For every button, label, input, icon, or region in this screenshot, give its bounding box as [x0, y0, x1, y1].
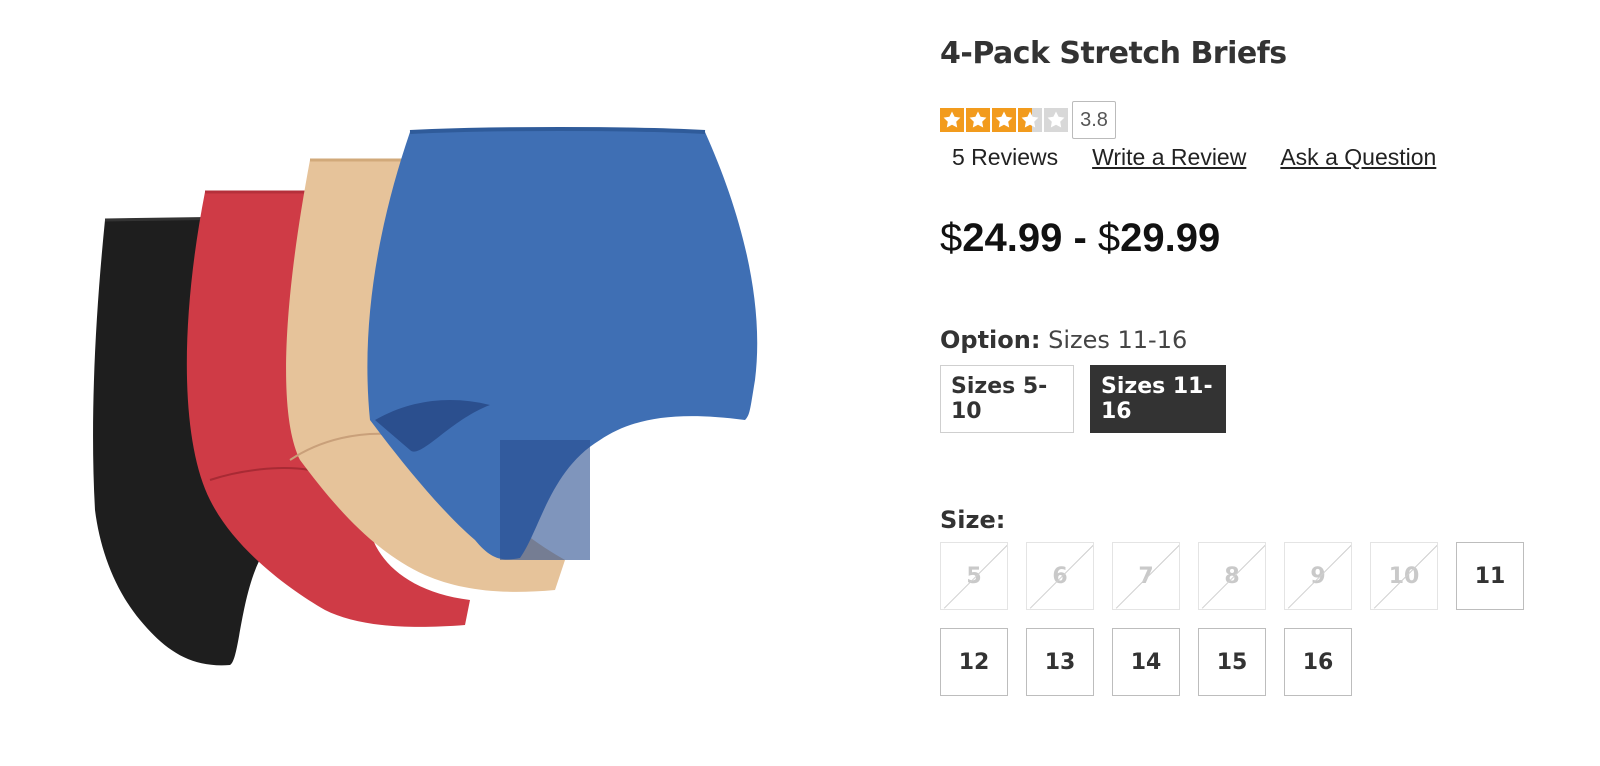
price-low: 24.99 — [962, 216, 1063, 260]
option-selected-value: Sizes 11-16 — [1048, 326, 1188, 354]
size-option-9-unavailable[interactable]: 9 — [1284, 542, 1352, 610]
option-selector: Sizes 5-10 Sizes 11-16 — [940, 365, 1226, 433]
star-icon — [966, 108, 990, 132]
size-option-10-unavailable[interactable]: 10 — [1370, 542, 1438, 610]
currency-symbol: $ — [1097, 216, 1121, 260]
review-links: 5 Reviews Write a Review Ask a Question — [952, 144, 1436, 171]
empty-star-icon — [1044, 108, 1068, 132]
option-label: Option: Sizes 11-16 — [940, 326, 1187, 354]
product-image[interactable] — [70, 120, 790, 680]
write-review-link[interactable]: Write a Review — [1092, 144, 1246, 171]
star-icon — [992, 108, 1016, 132]
size-row: 5 6 7 8 9 10 11 — [940, 542, 1540, 610]
size-option-12[interactable]: 12 — [940, 628, 1008, 696]
size-option-7-unavailable[interactable]: 7 — [1112, 542, 1180, 610]
size-option-14[interactable]: 14 — [1112, 628, 1180, 696]
reviews-count[interactable]: 5 Reviews — [952, 144, 1058, 171]
star-rating — [940, 108, 1068, 132]
rating-value-badge: 3.8 — [1072, 101, 1116, 139]
product-title: 4-Pack Stretch Briefs — [940, 36, 1287, 71]
rating-summary[interactable]: 3.8 — [940, 101, 1116, 139]
size-option-13[interactable]: 13 — [1026, 628, 1094, 696]
product-image-gallery — [0, 0, 900, 766]
option-label-text: Option: — [940, 326, 1041, 354]
option-button-sizes-11-16[interactable]: Sizes 11-16 — [1090, 365, 1226, 433]
size-option-6-unavailable[interactable]: 6 — [1026, 542, 1094, 610]
price-separator: - — [1062, 216, 1098, 260]
price-range: $24.99 - $29.99 — [940, 216, 1220, 261]
currency-symbol: $ — [940, 216, 963, 260]
size-option-8-unavailable[interactable]: 8 — [1198, 542, 1266, 610]
size-label: Size: — [940, 506, 1006, 534]
star-icon — [940, 108, 964, 132]
size-option-16[interactable]: 16 — [1284, 628, 1352, 696]
half-star-icon — [1018, 108, 1042, 132]
price-high: 29.99 — [1120, 216, 1221, 260]
option-button-sizes-5-10[interactable]: Sizes 5-10 — [940, 365, 1074, 433]
size-option-11[interactable]: 11 — [1456, 542, 1524, 610]
size-selector: 5 6 7 8 9 10 11 12 13 14 15 16 — [940, 542, 1540, 714]
ask-question-link[interactable]: Ask a Question — [1280, 144, 1436, 171]
product-info-panel: 4-Pack Stretch Briefs 3.8 5 Reviews Writ… — [940, 0, 1580, 766]
size-row: 12 13 14 15 16 — [940, 628, 1540, 696]
size-option-15[interactable]: 15 — [1198, 628, 1266, 696]
size-option-5-unavailable[interactable]: 5 — [940, 542, 1008, 610]
